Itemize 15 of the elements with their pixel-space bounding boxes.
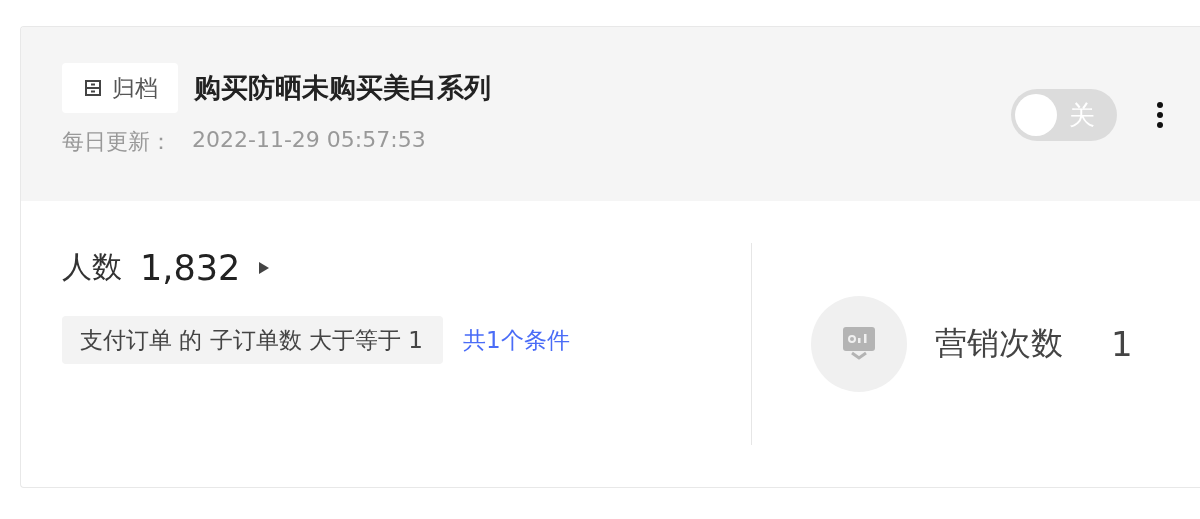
archive-tag[interactable]: 归档 <box>62 63 178 113</box>
tag-label: 归档 <box>112 73 158 103</box>
chart-board-icon <box>842 326 876 362</box>
audience-count: 1,832 <box>140 247 241 288</box>
play-icon[interactable] <box>258 260 271 275</box>
update-label: 每日更新： <box>62 128 172 156</box>
marketing-label: 营销次数 <box>935 323 1063 364</box>
count-label: 人数 <box>62 248 122 286</box>
segment-title: 购买防晒未购买美白系列 <box>194 71 491 105</box>
marketing-count: 1 <box>1111 324 1133 364</box>
update-time: 2022-11-29 05:57:53 <box>192 127 426 154</box>
cabinet-icon <box>84 79 102 97</box>
more-icon[interactable] <box>1157 102 1163 128</box>
condition-text: 支付订单 的 子订单数 大于等于 1 <box>62 316 443 364</box>
conditions-link[interactable]: 共1个条件 <box>462 324 570 356</box>
